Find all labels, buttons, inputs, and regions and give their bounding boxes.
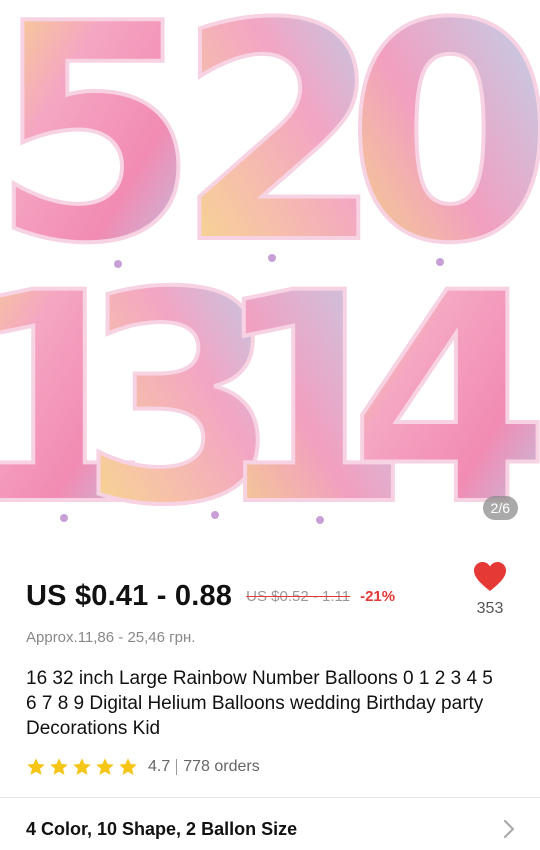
wishlist-count: 353 xyxy=(476,600,504,617)
image-page-indicator: 2/6 xyxy=(482,496,518,520)
star-rating xyxy=(26,757,138,777)
rating-row[interactable]: 4.7 778 orders xyxy=(26,756,260,778)
balloon-digit: 4 xyxy=(349,232,540,536)
variant-selector[interactable]: 4 Color, 10 Shape, 2 Ballon Size xyxy=(0,806,540,850)
product-title: 16 32 inch Large Rainbow Number Balloons… xyxy=(26,668,493,739)
product-image[interactable]: 5 2 0 1 3 1 4 2/6 xyxy=(0,0,540,536)
wishlist-button[interactable]: 353 xyxy=(468,562,512,618)
approx-local-price: Approx.11,86 - 25,46 грн. xyxy=(26,629,196,646)
star-icon xyxy=(50,758,68,775)
variant-summary: 4 Color, 10 Shape, 2 Ballon Size xyxy=(26,819,298,839)
star-icon xyxy=(119,758,137,775)
balloon-numbers-image: 5 2 0 1 3 1 4 xyxy=(0,0,540,536)
current-price: US $0.41 - 0.88 xyxy=(26,579,233,612)
discount-badge: -21% xyxy=(360,587,396,605)
rating-value: 4.7 xyxy=(148,758,171,775)
orders-count: 778 orders xyxy=(183,758,260,775)
star-icon xyxy=(73,758,91,775)
chevron-right-icon xyxy=(503,819,515,839)
heart-icon xyxy=(474,562,506,591)
section-divider xyxy=(0,797,540,798)
star-icon xyxy=(27,758,45,775)
price-row: US $0.41 - 0.88 US $0.52 - 1.11 -21% xyxy=(26,576,395,616)
star-icon xyxy=(96,758,114,775)
rating-separator xyxy=(176,759,178,775)
original-price: US $0.52 - 1.11 xyxy=(246,587,351,605)
